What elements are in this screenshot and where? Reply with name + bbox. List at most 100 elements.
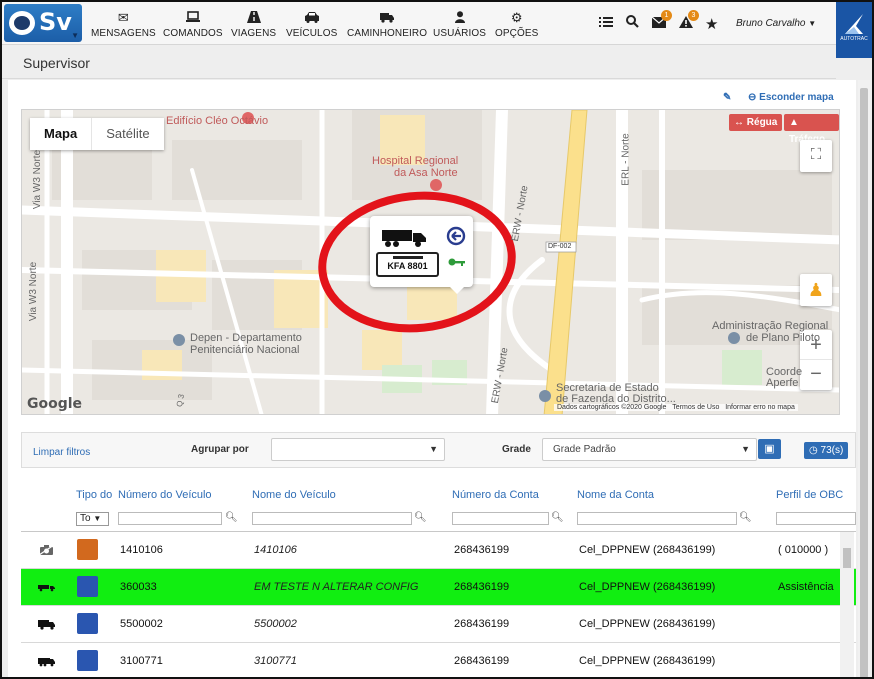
filter-numero-veiculo[interactable] bbox=[118, 512, 222, 525]
filter-perfil-obc[interactable] bbox=[776, 512, 856, 525]
clear-filters-link[interactable]: Limpar filtros bbox=[33, 447, 90, 458]
plate-number: KFA 8801 bbox=[387, 261, 428, 271]
vehicle-count-badge[interactable]: ◷ 73(s) bbox=[804, 442, 849, 459]
fullscreen-button[interactable]: ⛶ bbox=[800, 140, 832, 172]
ruler-button[interactable]: ↔ Régua bbox=[729, 114, 783, 131]
nav-label: COMANDOS bbox=[163, 28, 223, 39]
table-row[interactable]: 360033 EM TESTE N ALTERAR CONFIG 2684361… bbox=[21, 569, 856, 606]
traffic-button[interactable]: ▲ Tráfego bbox=[784, 114, 839, 145]
table-row[interactable]: 1410106 1410106 268436199 Cel_DPPNEW (26… bbox=[21, 532, 856, 569]
table-row[interactable]: 5500002 5500002 268436199 Cel_DPPNEW (26… bbox=[21, 606, 856, 643]
search-icon[interactable]: 🔍︎ bbox=[551, 512, 564, 523]
truck-trailer-icon bbox=[38, 658, 55, 667]
table-scrollbar-thumb[interactable] bbox=[843, 548, 851, 568]
cell-numero-conta: 268436199 bbox=[454, 655, 510, 667]
user-icon bbox=[433, 11, 486, 26]
page-title: Supervisor bbox=[23, 55, 90, 71]
filter-nome-veiculo[interactable] bbox=[252, 512, 412, 525]
map-type-satellite-button[interactable]: Satélite bbox=[91, 118, 163, 150]
vehicle-popup[interactable]: KFA 8801 bbox=[370, 216, 473, 294]
truck-long-icon bbox=[38, 585, 55, 592]
pin-map-icon[interactable]: ✎ bbox=[723, 92, 731, 103]
cell-numero-veiculo: 5500002 bbox=[120, 618, 163, 630]
group-by-select[interactable]: ▼ bbox=[271, 438, 445, 461]
app-logo-menu[interactable]: Sv ▼ bbox=[4, 4, 82, 42]
nav-label: MENSAGENS bbox=[91, 28, 156, 39]
nav-comandos[interactable]: COMANDOS bbox=[163, 11, 223, 39]
direction-arrow-icon bbox=[446, 226, 466, 246]
nav-mensagens[interactable]: ✉ MENSAGENS bbox=[91, 11, 156, 39]
cell-numero-veiculo: 1410106 bbox=[120, 544, 163, 556]
column-header-numero-conta[interactable]: Número da Conta bbox=[452, 489, 539, 501]
nav-veiculos[interactable]: VEÍCULOS bbox=[286, 11, 337, 39]
filter-numero-conta[interactable] bbox=[452, 512, 549, 525]
grade-select[interactable]: Grade Padrão ▼ bbox=[542, 438, 757, 461]
hide-map-button[interactable]: ⊖ Esconder mapa bbox=[748, 92, 834, 103]
chevron-down-icon: ▼ bbox=[741, 444, 750, 454]
cell-nome-conta: Cel_DPPNEW (268436199) bbox=[579, 544, 716, 556]
plate-strip bbox=[392, 256, 423, 259]
save-grid-button[interactable]: ▣ bbox=[758, 439, 781, 459]
autotrac-bird-icon bbox=[845, 14, 863, 34]
table-row[interactable]: 3100771 3100771 268436199 Cel_DPPNEW (26… bbox=[21, 643, 856, 677]
nav-usuarios[interactable]: USUÁRIOS bbox=[433, 11, 486, 39]
vehicle-thumbnail bbox=[77, 650, 98, 671]
table-scrollbar[interactable] bbox=[840, 532, 854, 677]
map-type-control: Mapa Satélite bbox=[30, 118, 164, 150]
truck-icon bbox=[347, 11, 427, 26]
map-label-hospital-1: Hospital Regional bbox=[372, 155, 459, 167]
zoom-out-button[interactable]: − bbox=[800, 360, 832, 390]
logo-text: Sv bbox=[39, 8, 72, 36]
cell-nome-conta: Cel_DPPNEW (268436199) bbox=[579, 655, 716, 667]
nav-caminhoneiro[interactable]: CAMINHONEIRO bbox=[347, 11, 427, 39]
map-label-df002: DF-002 bbox=[548, 243, 572, 250]
grid-toolbar: Limpar filtros Agrupar por ▼ Grade Grade… bbox=[21, 432, 856, 468]
vehicle-thumbnail bbox=[77, 613, 98, 634]
cell-numero-conta: 268436199 bbox=[454, 544, 510, 556]
type-filter-select[interactable]: To ▼ bbox=[76, 512, 109, 526]
alert-icon[interactable]: 3 bbox=[679, 10, 699, 32]
page-scrollbar[interactable] bbox=[858, 80, 870, 677]
user-menu[interactable]: Bruno Carvalho ▼ bbox=[736, 18, 816, 29]
messages-badge: 1 bbox=[661, 10, 672, 21]
messages-icon[interactable]: 1 bbox=[651, 10, 672, 32]
nav-viagens[interactable]: VIAGENS bbox=[231, 11, 276, 39]
search-icon[interactable] bbox=[626, 15, 639, 32]
cell-numero-conta: 268436199 bbox=[454, 618, 510, 630]
camera-off-icon bbox=[38, 544, 55, 556]
report-error-link[interactable]: Informar erro no mapa bbox=[725, 404, 795, 411]
app-window: Sv ▼ ✉ MENSAGENS COMANDOS VIAGENS VEÍCUL… bbox=[0, 0, 874, 679]
map-type-map-button[interactable]: Mapa bbox=[30, 118, 91, 150]
column-header-tipo[interactable]: Tipo do bbox=[76, 489, 112, 501]
search-icon[interactable]: 🔍︎ bbox=[739, 512, 752, 523]
nav-label: VEÍCULOS bbox=[286, 28, 338, 39]
map-label-erl: ERL - Norte bbox=[620, 133, 632, 186]
vehicle-count: 73(s) bbox=[820, 445, 844, 456]
chevron-down-icon: ▼ bbox=[93, 514, 102, 523]
chevron-down-icon: ▼ bbox=[71, 31, 79, 40]
cell-nome-veiculo: 3100771 bbox=[254, 655, 297, 667]
cell-numero-conta: 268436199 bbox=[454, 581, 510, 593]
map-view[interactable]: Mapa Satélite ↔ Régua ▲ Tráfego ⛶ ♟ + − … bbox=[21, 109, 840, 415]
list-icon[interactable] bbox=[599, 15, 613, 32]
terms-link[interactable]: Termos de Uso bbox=[672, 404, 719, 411]
nav-opcoes[interactable]: ⚙ OPÇÕES bbox=[495, 11, 538, 39]
page-scrollbar-thumb[interactable] bbox=[860, 88, 868, 677]
map-label-depen-2: Penitenciário Nacional bbox=[190, 344, 300, 356]
filter-nome-conta[interactable] bbox=[577, 512, 737, 525]
vehicle-thumbnail bbox=[77, 576, 98, 597]
autotrac-logo: AUTOTRAC bbox=[836, 2, 872, 58]
street-view-pegman[interactable]: ♟ bbox=[800, 274, 832, 306]
map-label-admin-1: Administração Regional bbox=[712, 320, 829, 332]
column-header-perfil-obc[interactable]: Perfil de OBC bbox=[776, 489, 843, 501]
search-icon[interactable]: 🔍︎ bbox=[414, 512, 427, 523]
column-header-nome-conta[interactable]: Nome da Conta bbox=[577, 489, 654, 501]
cogs-icon: ⚙ bbox=[510, 10, 523, 25]
column-header-nome-veiculo[interactable]: Nome do Veículo bbox=[252, 489, 336, 501]
cell-nome-veiculo: 1410106 bbox=[254, 544, 297, 556]
column-header-numero-veiculo[interactable]: Número do Veículo bbox=[118, 489, 212, 501]
star-icon[interactable]: ★ bbox=[705, 15, 718, 33]
map-label-admin-2: de Plano Piloto bbox=[746, 332, 820, 344]
search-icon[interactable]: 🔍︎ bbox=[225, 512, 238, 523]
alerts-badge: 3 bbox=[688, 10, 699, 21]
